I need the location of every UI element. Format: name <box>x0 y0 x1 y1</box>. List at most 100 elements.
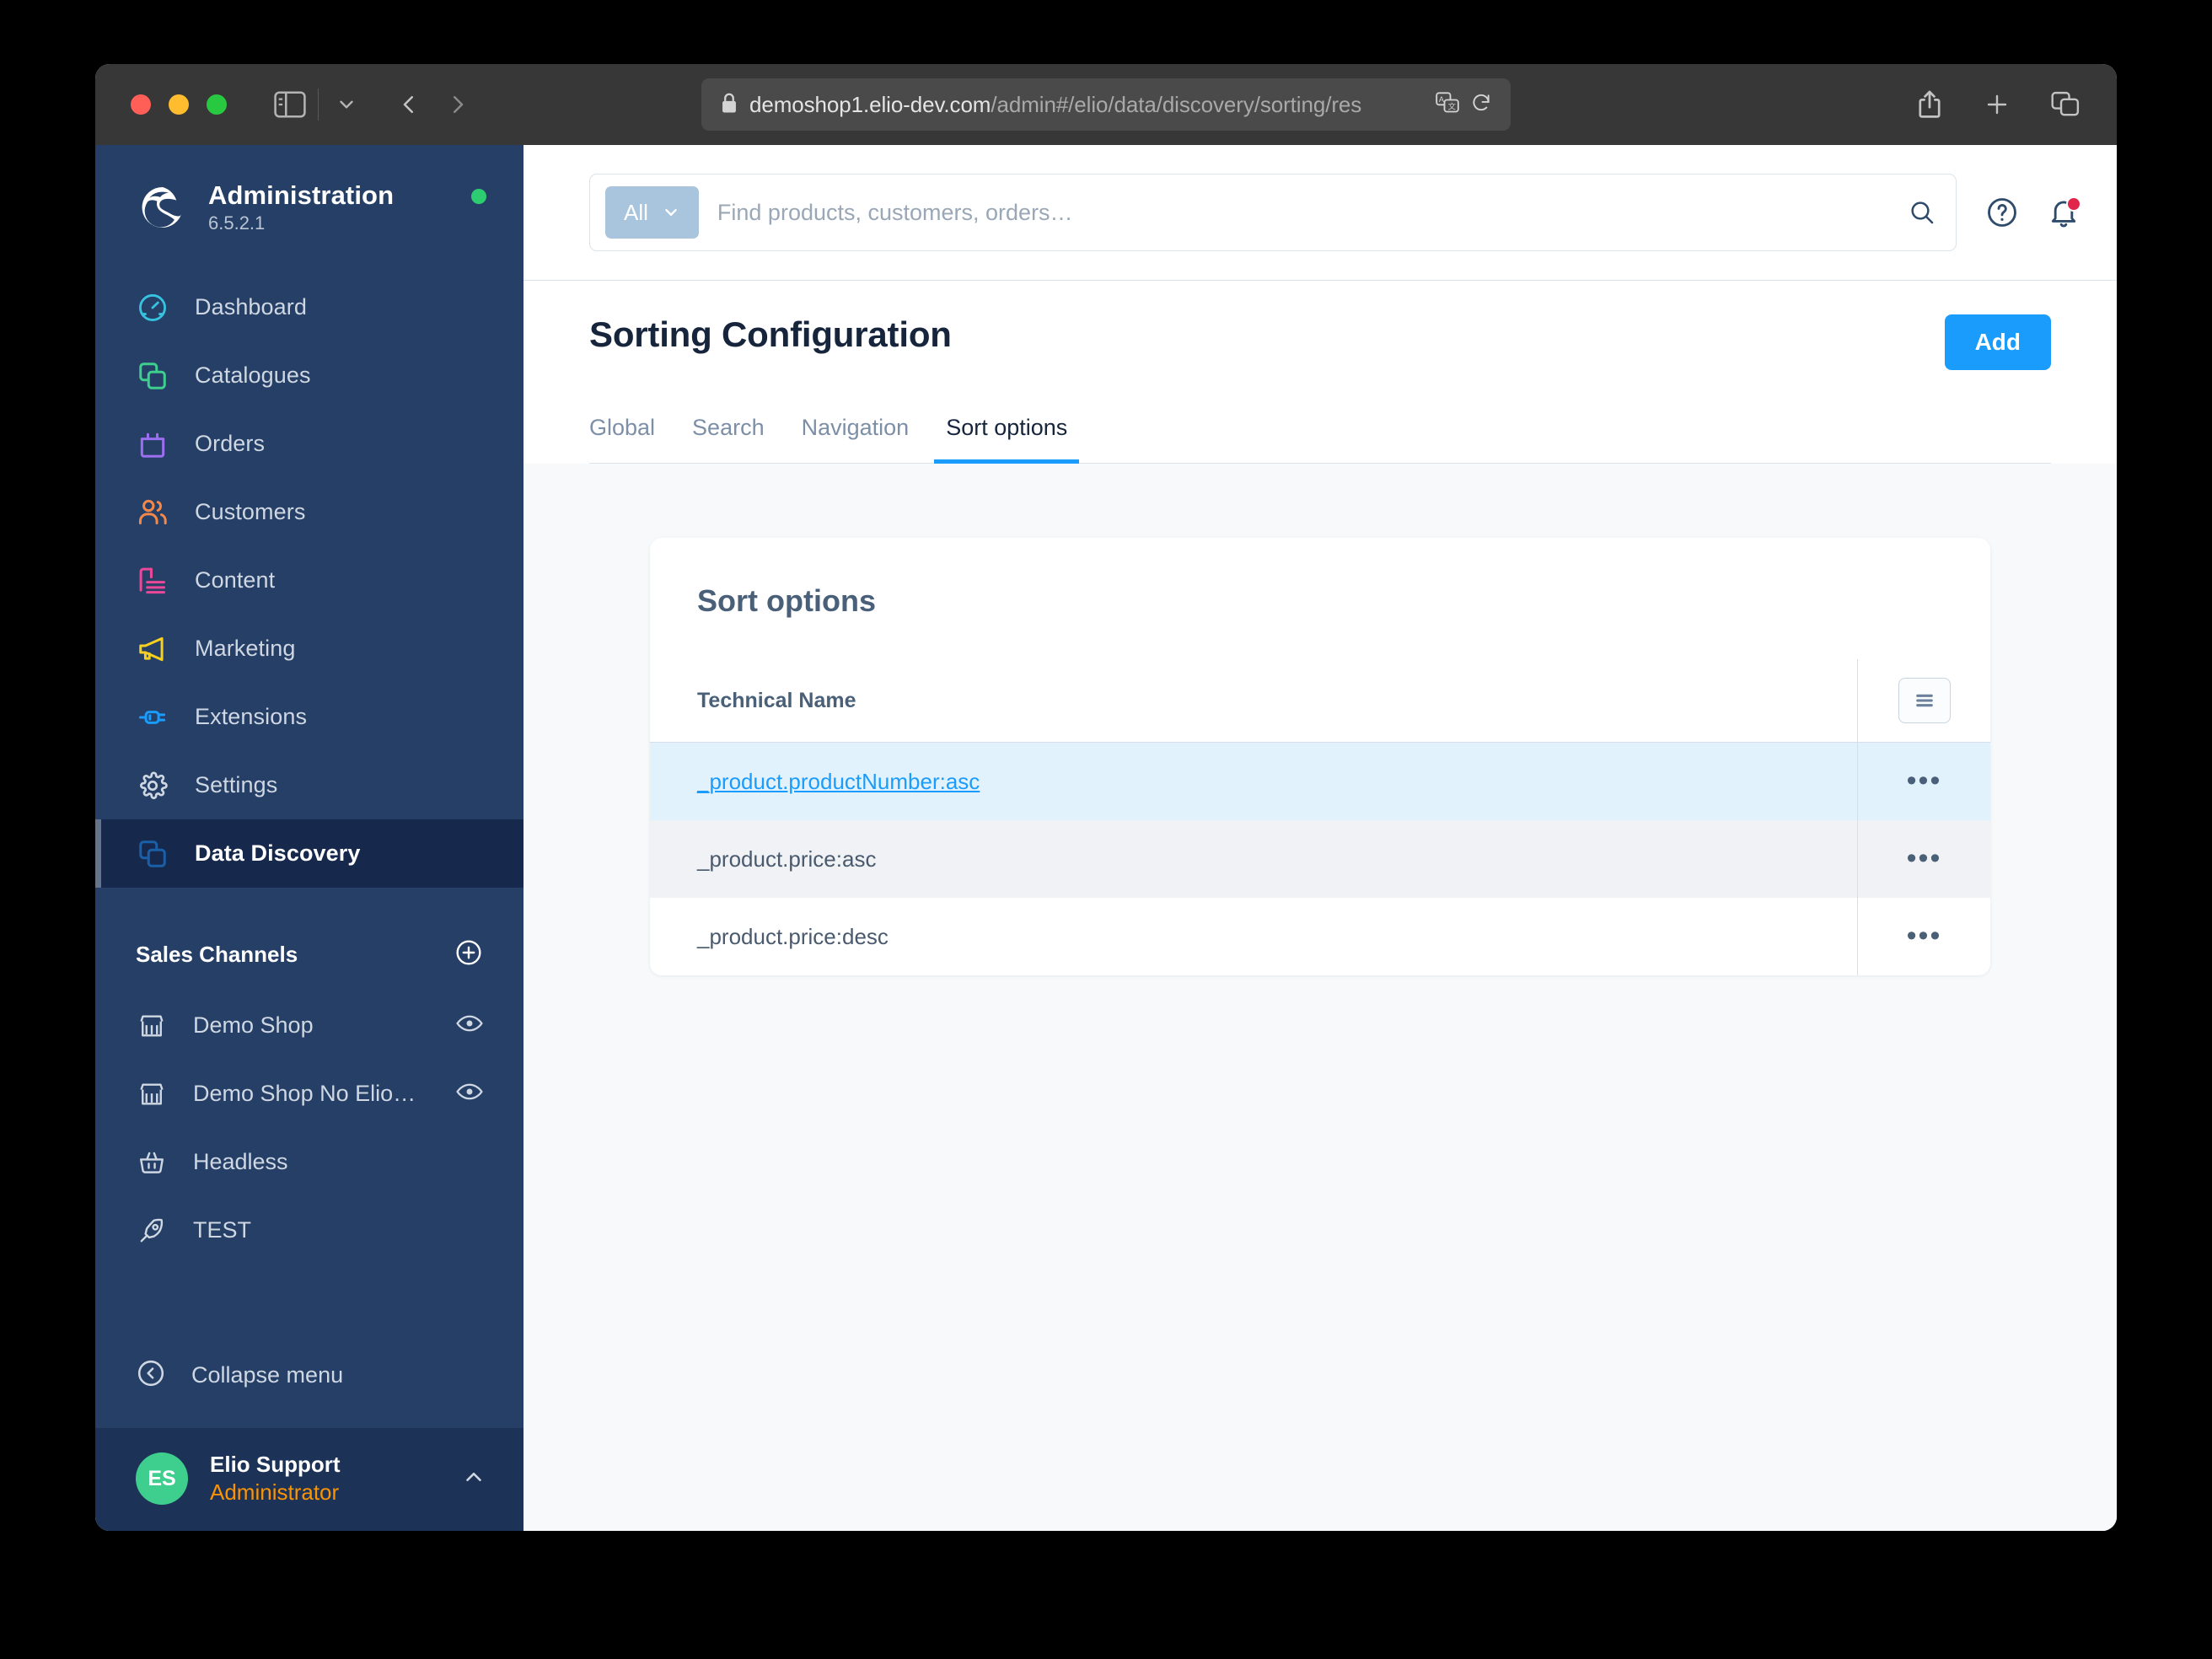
sidebar-channel-test[interactable]: TEST <box>95 1196 523 1264</box>
rocket-icon <box>136 1215 168 1247</box>
sidebar-item-label: Customers <box>195 499 306 524</box>
browser-toolbar-right <box>1916 89 2080 120</box>
tab-bar: Global Search Navigation Sort options <box>589 414 2051 464</box>
browser-titlebar: demoshop1.elio-dev.com/admin#/elio/data/… <box>95 64 2117 145</box>
plug-icon <box>136 701 169 734</box>
sort-options-table: Technical Name _product.productNumber:as… <box>650 659 1990 975</box>
column-header-technical-name: Technical Name <box>697 688 856 712</box>
translate-icon[interactable]: A 文 <box>1436 91 1459 118</box>
forward-arrow-icon[interactable] <box>445 90 470 119</box>
plus-icon[interactable] <box>1984 91 2011 118</box>
sort-options-card: Sort options Technical Name _product.pro… <box>650 538 1990 975</box>
add-button[interactable]: Add <box>1944 314 2051 370</box>
chevron-up-icon[interactable] <box>461 1464 486 1494</box>
sidebar-item-extensions[interactable]: Extensions <box>95 683 523 751</box>
share-icon[interactable] <box>1916 89 1943 120</box>
sidebar-item-dashboard[interactable]: Dashboard <box>95 273 523 341</box>
sidebar-channel-label: Demo Shop No ElioSear… <box>193 1081 431 1106</box>
user-name: Elio Support <box>210 1452 341 1477</box>
reload-icon[interactable] <box>1470 91 1492 119</box>
maximize-window-button[interactable] <box>207 94 227 115</box>
sidebar-item-marketing[interactable]: Marketing <box>95 615 523 683</box>
sidebar-item-content[interactable]: Content <box>95 546 523 615</box>
toolbar-divider <box>318 89 319 121</box>
sidebar-brand: Administration 6.5.2.1 <box>208 180 394 234</box>
eye-icon[interactable] <box>456 1082 483 1105</box>
sidebar-toggle-icon[interactable] <box>274 91 306 118</box>
sidebar-item-settings[interactable]: Settings <box>95 751 523 819</box>
sidebar-channel-headless[interactable]: Headless <box>95 1128 523 1196</box>
chevron-down-icon <box>665 209 677 216</box>
basket-icon <box>136 1146 168 1178</box>
table-row[interactable]: _product.price:asc ••• <box>650 820 1990 898</box>
cell-actions: ••• <box>1857 898 1990 975</box>
context-menu-icon[interactable]: ••• <box>1907 922 1942 950</box>
window-controls <box>95 94 227 115</box>
chevron-down-icon[interactable] <box>330 94 362 115</box>
list-settings-icon[interactable] <box>1898 678 1951 723</box>
global-search-bar: All <box>523 145 2117 281</box>
user-menu[interactable]: ES Elio Support Administrator <box>95 1428 523 1531</box>
sidebar-channel-label: Demo Shop <box>193 1012 314 1038</box>
search-scope-dropdown[interactable]: All <box>605 186 699 239</box>
sidebar: Administration 6.5.2.1 Dashboard Catalog… <box>95 145 523 1531</box>
store-icon <box>136 1078 168 1110</box>
tab-global[interactable]: Global <box>589 415 667 464</box>
user-info: Elio Support Administrator <box>210 1452 439 1506</box>
sidebar-nav: Dashboard Catalogues Orders Customers Co… <box>95 273 523 888</box>
address-bar-url: demoshop1.elio-dev.com/admin#/elio/data/… <box>749 91 1362 117</box>
tab-overview-icon[interactable] <box>2051 91 2080 118</box>
sidebar-title: Administration <box>208 180 395 210</box>
tab-navigation[interactable]: Navigation <box>790 415 921 464</box>
context-menu-icon[interactable]: ••• <box>1907 845 1942 872</box>
search-box[interactable]: All <box>589 174 1957 251</box>
sidebar-item-label: Dashboard <box>195 294 307 319</box>
search-input[interactable] <box>717 199 1890 226</box>
table-row[interactable]: _product.productNumber:asc ••• <box>650 743 1990 820</box>
plus-circle-icon[interactable] <box>454 938 483 971</box>
collapse-menu-label: Collapse menu <box>191 1362 344 1388</box>
sidebar-version: 6.5.2.1 <box>208 212 266 234</box>
help-circle-icon[interactable] <box>1985 196 2019 229</box>
sort-option-link[interactable]: _product.productNumber:asc <box>697 769 980 795</box>
context-menu-icon[interactable]: ••• <box>1907 767 1942 795</box>
sidebar-item-catalogues[interactable]: Catalogues <box>95 341 523 410</box>
sidebar-item-label: Data Discovery <box>195 840 361 866</box>
gear-icon <box>136 769 169 803</box>
users-icon <box>136 496 169 529</box>
gauge-icon <box>136 291 169 325</box>
copy-icon <box>136 837 169 871</box>
app-root: Administration 6.5.2.1 Dashboard Catalog… <box>95 145 2117 1531</box>
sidebar-item-data-discovery[interactable]: Data Discovery <box>95 819 523 888</box>
page-title: Sorting Configuration <box>589 314 952 354</box>
sidebar-header: Administration 6.5.2.1 <box>95 145 523 273</box>
tab-sort-options[interactable]: Sort options <box>934 415 1080 464</box>
table-row[interactable]: _product.price:desc ••• <box>650 898 1990 975</box>
address-bar[interactable]: demoshop1.elio-dev.com/admin#/elio/data/… <box>701 78 1511 131</box>
search-icon[interactable] <box>1909 199 1936 226</box>
sidebar-item-label: Catalogues <box>195 362 311 388</box>
sidebar-item-label: Marketing <box>195 636 296 661</box>
sales-channels-section-header: Sales Channels <box>95 888 523 991</box>
bell-icon[interactable] <box>2048 196 2081 228</box>
sidebar-item-customers[interactable]: Customers <box>95 478 523 546</box>
sidebar-channel-label: Headless <box>193 1149 288 1174</box>
bag-icon <box>136 427 169 461</box>
collapse-menu-button[interactable]: Collapse menu <box>95 1341 523 1409</box>
minimize-window-button[interactable] <box>169 94 189 115</box>
status-indicator-dot <box>471 189 486 204</box>
tab-search[interactable]: Search <box>680 415 776 464</box>
copy-icon <box>136 359 169 393</box>
sidebar-item-label: Settings <box>195 772 278 797</box>
sidebar-channel-demo-shop[interactable]: Demo Shop <box>95 991 523 1060</box>
back-arrow-icon[interactable] <box>396 90 421 119</box>
store-icon <box>136 1010 168 1042</box>
eye-icon[interactable] <box>456 1014 483 1037</box>
sidebar-item-orders[interactable]: Orders <box>95 410 523 478</box>
sidebar-channel-demo-shop-no-eliosearch[interactable]: Demo Shop No ElioSear… <box>95 1060 523 1128</box>
user-role: Administrator <box>210 1479 340 1505</box>
sidebar-channel-label: TEST <box>193 1217 252 1243</box>
card-title: Sort options <box>697 583 876 618</box>
close-window-button[interactable] <box>131 94 151 115</box>
